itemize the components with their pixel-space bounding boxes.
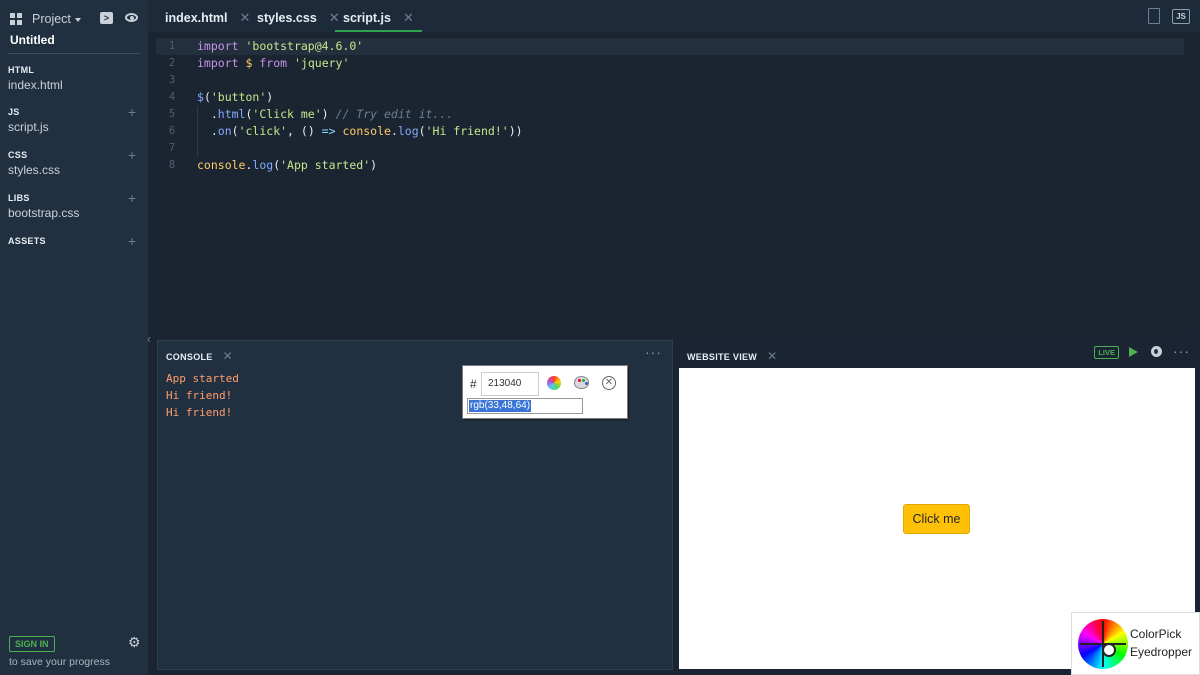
sidebar-file-styles-css[interactable]: styles.css — [8, 163, 140, 177]
sidebar-file-index-html[interactable]: index.html — [8, 78, 140, 92]
language-badge[interactable]: JS — [1172, 9, 1190, 24]
code-text: console.log('App started') — [197, 158, 378, 172]
code-line: 7 — [156, 140, 1184, 157]
tab-label: script.js — [343, 11, 391, 25]
line-number: 4 — [168, 91, 176, 103]
color-wheel-icon[interactable] — [547, 376, 561, 390]
sign-in-button[interactable]: SIGN IN — [9, 636, 55, 652]
line-number: 5 — [168, 108, 176, 120]
file-icon[interactable] — [1148, 8, 1160, 24]
eye-icon[interactable] — [125, 13, 138, 22]
add-css-icon[interactable]: + — [128, 147, 136, 163]
add-js-icon[interactable]: + — [128, 104, 136, 120]
line-number: 7 — [168, 142, 176, 154]
more-options-icon[interactable]: ··· — [645, 344, 662, 360]
section-heading: ASSETS — [8, 236, 46, 246]
color-wheel-icon — [1078, 619, 1128, 669]
sidebar-section-js: JS + script.js — [8, 104, 140, 134]
sidebar-divider — [8, 53, 140, 54]
globe-icon[interactable] — [1151, 346, 1162, 357]
play-icon[interactable] — [1129, 347, 1138, 357]
collapse-sidebar-icon[interactable]: ‹ — [147, 332, 151, 346]
section-heading: LIBS — [8, 193, 30, 203]
console-header: CONSOLE ✕ — [166, 349, 233, 363]
extension-name: ColorPick Eyedropper — [1130, 625, 1192, 661]
wheel-center — [1102, 643, 1116, 657]
tab-script-js[interactable]: script.js ✕ — [335, 0, 422, 32]
hash-symbol: # — [470, 377, 477, 391]
code-line: 1 import 'bootstrap@4.6.0' — [156, 38, 1184, 55]
add-asset-icon[interactable]: + — [128, 233, 136, 249]
color-picker-popup: # 213040 ✕ rgb(33,48,64) — [462, 365, 628, 419]
add-lib-icon[interactable]: + — [128, 190, 136, 206]
console-log-line: Hi friend! — [166, 406, 233, 419]
sidebar-section-assets: ASSETS + — [8, 233, 140, 249]
website-view-title-bar: WEBSITE VIEW ✕ — [687, 349, 777, 363]
live-badge[interactable]: LIVE — [1094, 346, 1119, 359]
section-heading: JS — [8, 107, 20, 117]
console-log-line: App started — [166, 372, 239, 385]
more-options-icon[interactable]: ··· — [1173, 343, 1190, 359]
rgb-value-text: rgb(33,48,64) — [469, 400, 532, 412]
code-editor[interactable]: 1 import 'bootstrap@4.6.0' 2 import $ fr… — [156, 32, 1196, 334]
console-log-line: Hi friend! — [166, 389, 233, 402]
tab-label: styles.css — [257, 11, 317, 25]
click-me-button[interactable]: Click me — [903, 504, 970, 534]
code-line: 8 console.log('App started') — [156, 157, 1184, 174]
website-view-header: WEBSITE VIEW ✕ LIVE ··· — [678, 340, 1200, 367]
gear-icon[interactable]: ⚙ — [128, 635, 141, 649]
sidebar-section-libs: LIBS + bootstrap.css — [8, 190, 140, 220]
code-line: 6 .on('click', () => console.log('Hi fri… — [156, 123, 1184, 140]
code-line: 4 $('button') — [156, 89, 1184, 106]
code-text: .html('Click me') // Try edit it... — [197, 107, 454, 121]
editor-tabs: index.html ✕ styles.css ✕ script.js ✕ JS — [148, 0, 1200, 32]
close-icon[interactable]: ✕ — [223, 349, 233, 363]
project-label: Project — [32, 12, 71, 26]
code-line: 2 import $ from 'jquery' — [156, 55, 1184, 72]
code-line: 5 .html('Click me') // Try edit it... — [156, 106, 1184, 123]
indent-guide — [197, 106, 198, 157]
close-icon[interactable]: ✕ — [602, 376, 616, 390]
code-text: .on('click', () => console.log('Hi frien… — [197, 124, 523, 138]
sidebar: Project > Untitled HTML index.html JS + … — [0, 0, 148, 675]
tab-label: index.html — [165, 11, 228, 25]
code-text: import $ from 'jquery' — [197, 56, 350, 70]
editor-scrollbar[interactable] — [1188, 32, 1196, 334]
sidebar-section-css: CSS + styles.css — [8, 147, 140, 177]
tab-styles-css[interactable]: styles.css ✕ — [257, 0, 340, 32]
rgb-value-field[interactable]: rgb(33,48,64) — [467, 398, 583, 414]
sidebar-section-html: HTML index.html — [8, 65, 140, 92]
project-title[interactable]: Untitled — [10, 33, 55, 47]
hex-value-field[interactable]: 213040 — [481, 372, 539, 396]
code-text: import 'bootstrap@4.6.0' — [197, 39, 364, 53]
project-menu[interactable]: Project — [32, 12, 81, 26]
close-icon[interactable]: ✕ — [240, 10, 251, 25]
grid-icon[interactable] — [10, 13, 22, 25]
chevron-down-icon — [74, 17, 81, 22]
sidebar-toolbar: Project > — [10, 10, 140, 28]
tab-index-html[interactable]: index.html ✕ — [165, 0, 250, 32]
line-number: 8 — [168, 159, 176, 171]
section-heading: HTML — [8, 65, 35, 75]
extension-name-line1: ColorPick — [1130, 627, 1182, 641]
close-icon[interactable]: ✕ — [767, 349, 777, 363]
line-number: 3 — [168, 74, 176, 86]
save-progress-text: to save your progress — [9, 656, 110, 668]
code-line: 3 — [156, 72, 1184, 89]
sidebar-file-script-js[interactable]: script.js — [8, 120, 140, 134]
code-text: $('button') — [197, 90, 274, 104]
line-number: 2 — [168, 57, 176, 69]
close-icon[interactable]: ✕ — [403, 10, 414, 25]
section-heading: CSS — [8, 150, 28, 160]
extension-name-line2: Eyedropper — [1130, 645, 1193, 659]
console-title: CONSOLE — [166, 352, 213, 362]
line-number: 6 — [168, 125, 176, 137]
terminal-icon[interactable]: > — [100, 12, 113, 24]
website-view-title: WEBSITE VIEW — [687, 352, 758, 362]
colorpick-extension-badge[interactable]: ColorPick Eyedropper — [1071, 612, 1200, 675]
sidebar-file-bootstrap-css[interactable]: bootstrap.css — [8, 206, 140, 220]
line-number: 1 — [168, 40, 176, 52]
palette-icon[interactable] — [574, 376, 589, 389]
